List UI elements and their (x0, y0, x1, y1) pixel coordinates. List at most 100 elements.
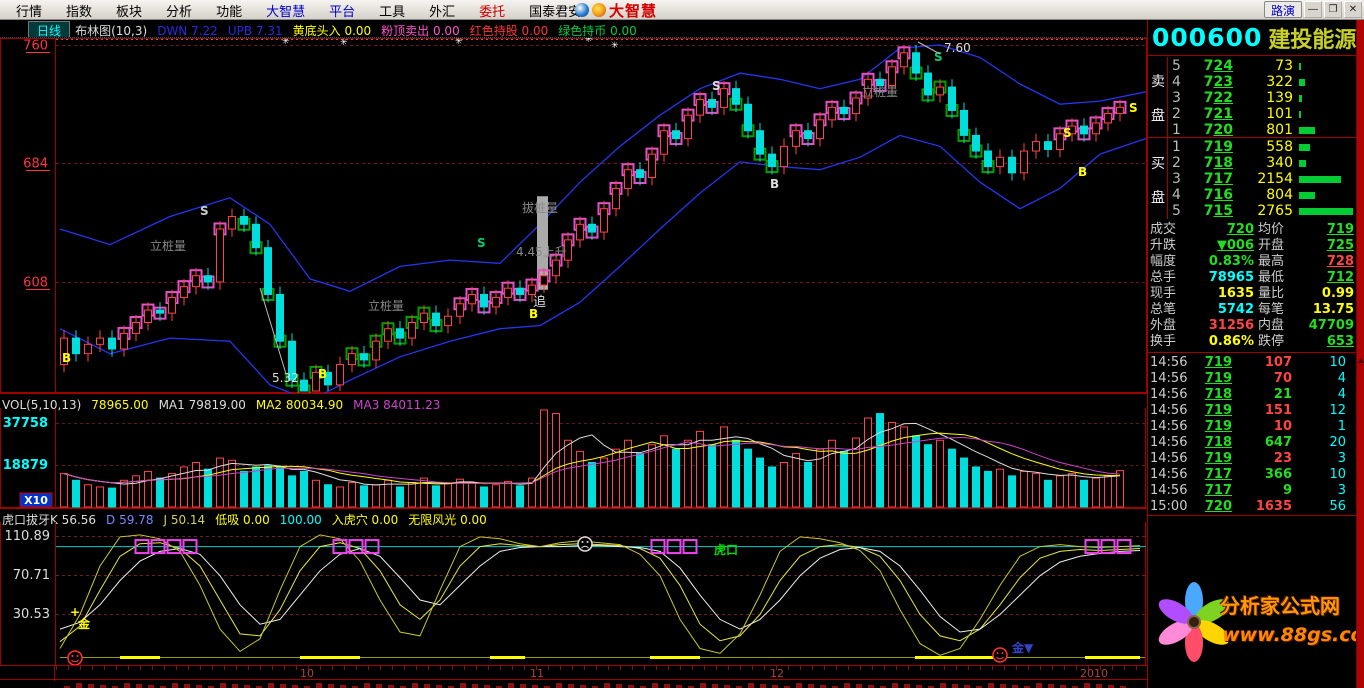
tick-time: 14:56 (1150, 451, 1187, 467)
indicator-label-3: 黄底头入 0.00 (293, 24, 372, 38)
menu-item-4[interactable]: 功能 (204, 1, 254, 20)
bid-row[interactable]: 57152765 (1169, 203, 1357, 219)
tick-count: 4 (1298, 371, 1346, 387)
bid-row[interactable]: 1719558 (1169, 139, 1357, 155)
kdj-texts: +金虎口金▼ (70, 542, 1034, 655)
vol-bars (61, 410, 1124, 507)
info-value: 0.99 (1286, 286, 1354, 302)
info-label: 最低 (1258, 270, 1284, 286)
book-price[interactable]: 722 (1185, 90, 1233, 106)
ask-row[interactable]: 572473 (1169, 58, 1357, 74)
chart-annotations: 7.605.324.45上升拔桩量立桩量立桩量立桩量追✳✳✳✳✳ (150, 38, 971, 385)
info-value: 5742 (1178, 302, 1254, 318)
menu-item-5[interactable]: 大智慧 (254, 1, 317, 20)
info-value: 0.83% (1178, 254, 1254, 270)
menu-item-8[interactable]: 外汇 (417, 1, 467, 20)
tick-volume: 9 (1236, 483, 1292, 499)
tick-row[interactable]: 14:5671864720 (1148, 435, 1357, 451)
book-side-label: 盘 (1151, 105, 1165, 125)
book-price[interactable]: 717 (1185, 171, 1233, 187)
bid-row[interactable]: 2718340 (1169, 155, 1357, 171)
book-price[interactable]: 720 (1185, 122, 1233, 138)
book-price[interactable]: 719 (1185, 139, 1233, 155)
book-side-label: 买 (1151, 153, 1165, 173)
svg-text:37758: 37758 (3, 416, 48, 431)
tick-volume: 151 (1236, 403, 1292, 419)
book-volume-bar (1299, 63, 1301, 70)
menu-item-0[interactable]: 行情 (4, 1, 54, 20)
tick-row[interactable]: 14:56719704 (1148, 371, 1357, 387)
book-volume-bar (1299, 95, 1302, 102)
book-volume-bar (1299, 127, 1315, 134)
axis-tick-marks (56, 666, 1147, 670)
scrollbar-right[interactable] (1356, 20, 1364, 688)
tick-list: 14:567191071014:5671970414:5671821414:56… (1148, 354, 1357, 516)
tick-time: 14:56 (1150, 387, 1187, 403)
roadshow-button[interactable]: 路演 (1264, 1, 1302, 18)
ask-row[interactable]: 1720801 (1169, 122, 1357, 138)
book-price[interactable]: 716 (1185, 187, 1233, 203)
kdj-chart[interactable]: +金虎口金▼ 110.8970.7130.53 (0, 522, 1147, 665)
bid-row[interactable]: 4716804 (1169, 187, 1357, 203)
menu-item-9[interactable]: 委托 (467, 1, 517, 20)
tick-row[interactable]: 14:5671910710 (1148, 355, 1357, 371)
close-button[interactable]: ✕ (1344, 1, 1362, 18)
menu-item-3[interactable]: 分析 (154, 1, 204, 20)
tick-row[interactable]: 14:5671793 (1148, 483, 1357, 499)
info-label: 均价 (1258, 222, 1284, 238)
tick-price: 719 (1188, 371, 1232, 387)
book-level: 5 (1172, 203, 1184, 219)
svg-text:立桩量: 立桩量 (368, 298, 404, 313)
info-row: 总手78965最低712 (1148, 270, 1357, 286)
restore-button[interactable]: ❐ (1324, 1, 1342, 18)
book-price[interactable]: 715 (1185, 203, 1233, 219)
menu-item-6[interactable]: 平台 (317, 1, 367, 20)
tick-row[interactable]: 15:00720163556 (1148, 499, 1357, 515)
svg-text:✳: ✳ (611, 41, 619, 51)
book-price[interactable]: 724 (1185, 58, 1233, 74)
info-label: 换手 (1150, 334, 1176, 350)
indicator-label-0: 布林图(10,3) (75, 24, 147, 38)
ask-row[interactable]: 4723322 (1169, 74, 1357, 90)
tick-row[interactable]: 14:56718214 (1148, 387, 1357, 403)
menu-item-7[interactable]: 工具 (367, 1, 417, 20)
minimize-button[interactable]: — (1304, 1, 1322, 18)
tick-count: 56 (1298, 499, 1346, 515)
order-book: 卖盘买盘 5724734723322372213927211011720801 … (1148, 57, 1357, 219)
ask-row[interactable]: 2721101 (1169, 106, 1357, 122)
svg-text:B: B (770, 177, 779, 191)
book-volume-bar (1299, 192, 1315, 199)
book-volume-bar (1299, 111, 1301, 118)
volume-chart[interactable]: 3775818879X10 (0, 408, 1147, 508)
bid-row[interactable]: 37172154 (1169, 171, 1357, 187)
period-selector[interactable]: 日线 (28, 21, 70, 38)
tick-price: 720 (1188, 499, 1232, 515)
tick-row[interactable]: 14:56719233 (1148, 451, 1357, 467)
book-level: 3 (1172, 171, 1184, 187)
buy-sell-markers: SBBSBSBSSBS (62, 50, 1138, 381)
tick-row[interactable]: 14:56719101 (1148, 419, 1357, 435)
info-label: 总笔 (1150, 302, 1176, 318)
book-price[interactable]: 721 (1185, 106, 1233, 122)
indicator-label-2: UPB 7.31 (228, 24, 283, 38)
tick-row[interactable]: 14:5671736610 (1148, 467, 1357, 483)
main-indicator-labels: 布林图(10,3)DWN 7.22UPB 7.31黄底头入 0.00粉顶卖出 0… (75, 20, 647, 38)
menu-item-1[interactable]: 指数 (54, 1, 104, 20)
book-price[interactable]: 723 (1185, 74, 1233, 90)
svg-text:✳: ✳ (282, 38, 290, 47)
main-chart[interactable]: 760684608 SBBSBSBSSBS 7.605.324.45上升拔桩量立… (0, 38, 1147, 393)
svg-text:✳: ✳ (455, 38, 463, 47)
tick-price: 719 (1188, 419, 1232, 435)
indicator-label-4: 粉顶卖出 0.00 (381, 24, 460, 38)
menu-item-2[interactable]: 板块 (104, 1, 154, 20)
book-price[interactable]: 718 (1185, 155, 1233, 171)
info-label: 开盘 (1258, 238, 1284, 254)
tick-count: 12 (1298, 403, 1346, 419)
tick-count: 10 (1298, 467, 1346, 483)
tick-count: 3 (1298, 483, 1346, 499)
ask-row[interactable]: 3722139 (1169, 90, 1357, 106)
vol-axis-labels: 3775818879X10 (3, 416, 52, 507)
menu-bar: 行情指数板块分析功能大智慧平台工具外汇委托国泰君安 大智慧 路演 — ❐ ✕ (0, 0, 1364, 20)
svg-text:拔桩量: 拔桩量 (522, 200, 558, 215)
tick-row[interactable]: 14:5671915112 (1148, 403, 1357, 419)
